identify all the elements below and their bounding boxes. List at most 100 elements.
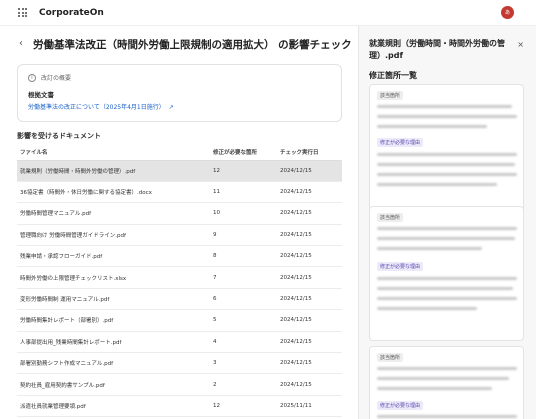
cell-fix-count: 8 <box>210 245 277 268</box>
main-content: ‹ 労働基準法改正（時間外労働上限規制の適用拡大） の影響チェック i 改訂の概… <box>0 26 358 419</box>
blurred-text <box>377 415 517 418</box>
affected-documents-label: 影響を受けるドキュメント <box>17 132 101 140</box>
cell-fix-count: 12 <box>210 160 277 182</box>
blurred-text <box>377 227 517 230</box>
tag-relevant: 該当箇所 <box>377 91 404 100</box>
close-icon[interactable]: × <box>517 40 524 49</box>
table-header-row: ファイル名 修正が必要な箇所 チェック実行日 <box>17 144 342 161</box>
cell-filename: 部署別勤務シフト作成マニュアル.pdf <box>17 352 210 375</box>
blurred-text <box>377 105 512 108</box>
table-body: 就業規則（労働時間・時間外労働の管理）.pdf 12 2024/12/15 36協定書… <box>17 160 342 418</box>
blurred-text <box>377 367 517 370</box>
cell-check-date: 2024/12/15 <box>277 224 342 247</box>
cell-filename: 労働時間管理マニュアル.pdf <box>17 202 210 225</box>
fix-card[interactable]: 該当箇所 修正が必要な理由 <box>369 206 524 341</box>
cell-check-date: 2024/12/15 <box>277 309 342 332</box>
cell-filename: 契約社員_雇用契約書サンプル.pdf <box>17 373 210 396</box>
cell-check-date: 2024/12/15 <box>277 160 342 182</box>
info-icon: i <box>28 73 36 82</box>
blurred-text <box>377 125 487 128</box>
page-title: 労働基準法改正（時間外労働上限規制の適用拡大） の影響チェック <box>33 39 352 51</box>
cell-filename: 派遣社員就業管理要領.pdf <box>17 395 210 418</box>
basis-document-label: 根拠文書 <box>28 91 54 99</box>
cell-fix-count: 5 <box>210 309 277 332</box>
fix-card[interactable]: 該当箇所 修正が必要な理由 <box>369 84 524 218</box>
basis-document-link-row[interactable]: 労働基準法の改正について（2025年4月1日施行） ↗ <box>28 102 174 111</box>
cell-filename: 変形労働時間制 運用マニュアル.pdf <box>17 288 210 311</box>
column-header-filename[interactable]: ファイル名 <box>17 144 210 161</box>
documents-table: ファイル名 修正が必要な箇所 チェック実行日 就業規則（労働時間・時間外労働の管… <box>17 144 342 418</box>
top-bar: CorporateOn あ <box>0 0 536 26</box>
panel-title: 就業規則（労働時間・時間外労働の管理）.pdf <box>369 39 505 60</box>
external-link-icon[interactable]: ↗ <box>169 104 174 111</box>
table-row[interactable]: 人事部提出用_残業時間集計レポート.pdf 4 2024/12/15 <box>17 331 342 354</box>
column-header-check-date[interactable]: チェック実行日 <box>277 144 342 161</box>
table-row[interactable]: 派遣社員就業管理要領.pdf 12 2025/11/11 <box>17 395 342 418</box>
cell-fix-count: 11 <box>210 181 277 204</box>
table-row[interactable]: 時間外労働の上限管理チェックリスト.xlsx 7 2024/12/15 <box>17 266 342 289</box>
cell-check-date: 2024/12/15 <box>277 181 342 204</box>
fix-card[interactable]: 該当箇所 修正が必要な理由 <box>369 346 524 419</box>
blurred-text <box>377 387 492 390</box>
table-row[interactable]: 管理職向け 労働時間管理ガイドライン.pdf 9 2024/12/15 <box>17 224 342 247</box>
summary-label: 改訂の概要 <box>41 75 72 82</box>
cell-fix-count: 9 <box>210 224 277 247</box>
cell-check-date: 2024/12/15 <box>277 288 342 311</box>
table-row[interactable]: 契約社員_雇用契約書サンプル.pdf 2 2024/12/15 <box>17 373 342 396</box>
blurred-text <box>377 247 482 250</box>
cell-fix-count: 12 <box>210 395 277 418</box>
table-row[interactable]: 変形労働時間制 運用マニュアル.pdf 6 2024/12/15 <box>17 288 342 311</box>
cell-filename: 残業申請・承認フローガイド.pdf <box>17 245 210 268</box>
blurred-text <box>377 163 515 166</box>
cell-fix-count: 2 <box>210 373 277 396</box>
cell-check-date: 2024/12/15 <box>277 245 342 268</box>
tag-reason: 修正が必要な理由 <box>377 138 424 147</box>
panel-subtitle: 修正箇所一覧 <box>369 71 417 80</box>
table-row[interactable]: 労働時間集計レポート（部署別）.pdf 5 2024/12/15 <box>17 309 342 332</box>
cell-check-date: 2024/12/15 <box>277 373 342 396</box>
basis-document-link[interactable]: 労働基準法の改正について（2025年4月1日施行） <box>28 104 165 111</box>
blurred-text <box>377 237 515 240</box>
cell-fix-count: 10 <box>210 202 277 225</box>
cell-filename: 就業規則（労働時間・時間外労働の管理）.pdf <box>17 160 210 182</box>
tag-reason: 修正が必要な理由 <box>377 401 424 410</box>
avatar[interactable]: あ <box>501 6 514 19</box>
table-row[interactable]: 就業規則（労働時間・時間外労働の管理）.pdf 12 2024/12/15 <box>17 160 342 182</box>
table-row[interactable]: 労働時間管理マニュアル.pdf 10 2024/12/15 <box>17 202 342 225</box>
blurred-text <box>377 173 517 176</box>
cell-filename: 人事部提出用_残業時間集計レポート.pdf <box>17 331 210 354</box>
app-grid-icon[interactable] <box>18 8 27 17</box>
blurred-text <box>377 377 509 380</box>
cell-check-date: 2024/12/15 <box>277 331 342 354</box>
blurred-text <box>377 307 477 310</box>
cell-check-date: 2025/11/11 <box>277 395 342 418</box>
tag-relevant: 該当箇所 <box>377 353 404 362</box>
blurred-text <box>377 153 517 156</box>
detail-panel: 就業規則（労働時間・時間外労働の管理）.pdf × 修正箇所一覧 該当箇所 修正… <box>358 26 536 419</box>
blurred-text <box>377 297 517 300</box>
tag-reason: 修正が必要な理由 <box>377 262 424 271</box>
blurred-text <box>377 277 517 280</box>
blurred-text <box>377 183 497 186</box>
tag-relevant: 該当箇所 <box>377 213 404 222</box>
cell-fix-count: 7 <box>210 266 277 289</box>
brand-logo[interactable]: CorporateOn <box>39 8 104 18</box>
cell-fix-count: 4 <box>210 331 277 354</box>
cell-check-date: 2024/12/15 <box>277 352 342 375</box>
table-row[interactable]: 残業申請・承認フローガイド.pdf 8 2024/12/15 <box>17 245 342 268</box>
cell-check-date: 2024/12/15 <box>277 202 342 225</box>
summary-card: i 改訂の概要 根拠文書 労働基準法の改正について（2025年4月1日施行） ↗ <box>17 64 342 122</box>
summary-header: i 改訂の概要 <box>28 73 71 82</box>
column-header-fix-count[interactable]: 修正が必要な箇所 <box>210 144 277 161</box>
blurred-text <box>377 115 517 118</box>
chevron-left-icon[interactable]: ‹ <box>19 38 23 49</box>
cell-filename: 36協定書（時間外・休日労働に関する協定書）.docx <box>17 181 210 204</box>
cell-fix-count: 3 <box>210 352 277 375</box>
cell-filename: 労働時間集計レポート（部署別）.pdf <box>17 309 210 332</box>
cell-filename: 管理職向け 労働時間管理ガイドライン.pdf <box>17 224 210 247</box>
table-row[interactable]: 36協定書（時間外・休日労働に関する協定書）.docx 11 2024/12/15 <box>17 181 342 204</box>
cell-filename: 時間外労働の上限管理チェックリスト.xlsx <box>17 266 210 289</box>
table-row[interactable]: 部署別勤務シフト作成マニュアル.pdf 3 2024/12/15 <box>17 352 342 375</box>
cell-fix-count: 6 <box>210 288 277 311</box>
cell-check-date: 2024/12/15 <box>277 266 342 289</box>
